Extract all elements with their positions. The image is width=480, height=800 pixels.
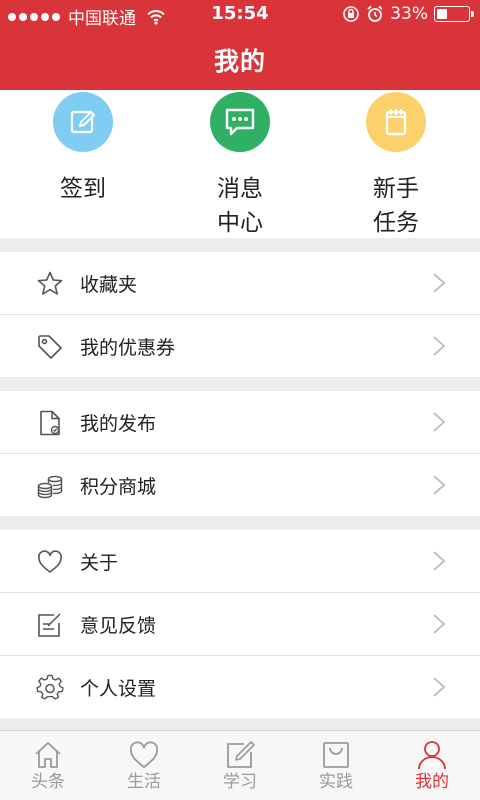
newbie-tasks-label: 新手 任务 [336, 172, 456, 240]
page-title: 我的 [213, 47, 266, 76]
bag-icon [323, 742, 349, 768]
tab-label: 生活 [127, 772, 161, 792]
checkin-button[interactable]: 签到 [23, 90, 143, 206]
quick-actions: 签到 消息 中心 新手 任务 [0, 90, 480, 238]
menu-item-label: 我的发布 [80, 413, 157, 435]
chat-icon [210, 92, 270, 152]
menu-item-about[interactable]: 关于 [0, 530, 480, 592]
heart-icon [38, 550, 62, 573]
person-icon [418, 741, 446, 770]
home-icon [35, 742, 61, 768]
heart-icon [129, 741, 159, 768]
newbie-tasks-label-line2: 任务 [373, 210, 419, 236]
document-icon [40, 410, 60, 436]
menu-item-favorites[interactable]: 收藏夹 [0, 252, 480, 314]
chevron-right-icon [433, 412, 446, 432]
section-gap [0, 516, 480, 530]
menu-item-my-posts[interactable]: 我的发布 [0, 391, 480, 453]
tab-mine[interactable]: 我的 [384, 739, 480, 793]
menu-item-settings[interactable]: 个人设置 [0, 656, 480, 718]
menu-item-label: 意见反馈 [80, 615, 157, 637]
notepad-icon [366, 92, 426, 152]
menu-item-feedback[interactable]: 意见反馈 [0, 593, 480, 655]
tab-life[interactable]: 生活 [96, 739, 192, 793]
tab-practice[interactable]: 实践 [288, 739, 384, 793]
battery-icon [434, 6, 474, 22]
pencil-icon [227, 741, 255, 768]
messages-label: 消息 中心 [180, 172, 300, 240]
chevron-right-icon [433, 336, 446, 356]
newbie-tasks-label-line1: 新手 [373, 176, 419, 202]
checkin-label: 签到 [60, 176, 106, 202]
coins-icon [37, 475, 63, 499]
section-gap [0, 377, 480, 391]
edit-icon [53, 92, 113, 152]
app-header: 中国联通 15:54 33% 我的 [0, 0, 480, 90]
messages-button[interactable]: 消息 中心 [180, 90, 300, 240]
menu-item-label: 积分商城 [80, 476, 157, 498]
status-right: 33% [342, 4, 474, 24]
chevron-right-icon [433, 614, 446, 634]
messages-label-line2: 中心 [217, 210, 263, 236]
rotation-lock-icon [343, 6, 360, 22]
tab-label: 我的 [415, 772, 449, 792]
alarm-icon [367, 5, 383, 22]
note-edit-icon [38, 613, 61, 637]
tab-label: 头条 [31, 772, 65, 792]
section-gap [0, 238, 480, 252]
menu-item-points-mall[interactable]: 积分商城 [0, 454, 480, 516]
star-icon [37, 271, 63, 295]
messages-label-line1: 消息 [217, 176, 263, 202]
newbie-tasks-button[interactable]: 新手 任务 [336, 90, 456, 240]
chevron-right-icon [433, 677, 446, 697]
menu-item-label: 收藏夹 [80, 274, 138, 296]
gear-icon [36, 674, 64, 700]
menu-item-label: 关于 [80, 552, 119, 574]
menu-item-label: 我的优惠券 [80, 337, 176, 359]
chevron-right-icon [433, 273, 446, 293]
battery-percent: 33% [390, 4, 428, 24]
chevron-right-icon [433, 551, 446, 571]
tab-label: 学习 [223, 772, 257, 792]
status-bar: 中国联通 15:54 33% [0, 0, 480, 30]
section-gap [0, 718, 480, 730]
tab-headlines[interactable]: 头条 [0, 739, 96, 793]
menu-item-label: 个人设置 [80, 678, 157, 700]
tab-bar: 头条 生活 学习 实践 我的 [0, 730, 480, 800]
tag-icon [38, 335, 62, 359]
tab-study[interactable]: 学习 [192, 739, 288, 793]
chevron-right-icon [433, 475, 446, 495]
tab-label: 实践 [319, 772, 353, 792]
menu-item-coupons[interactable]: 我的优惠券 [0, 315, 480, 377]
